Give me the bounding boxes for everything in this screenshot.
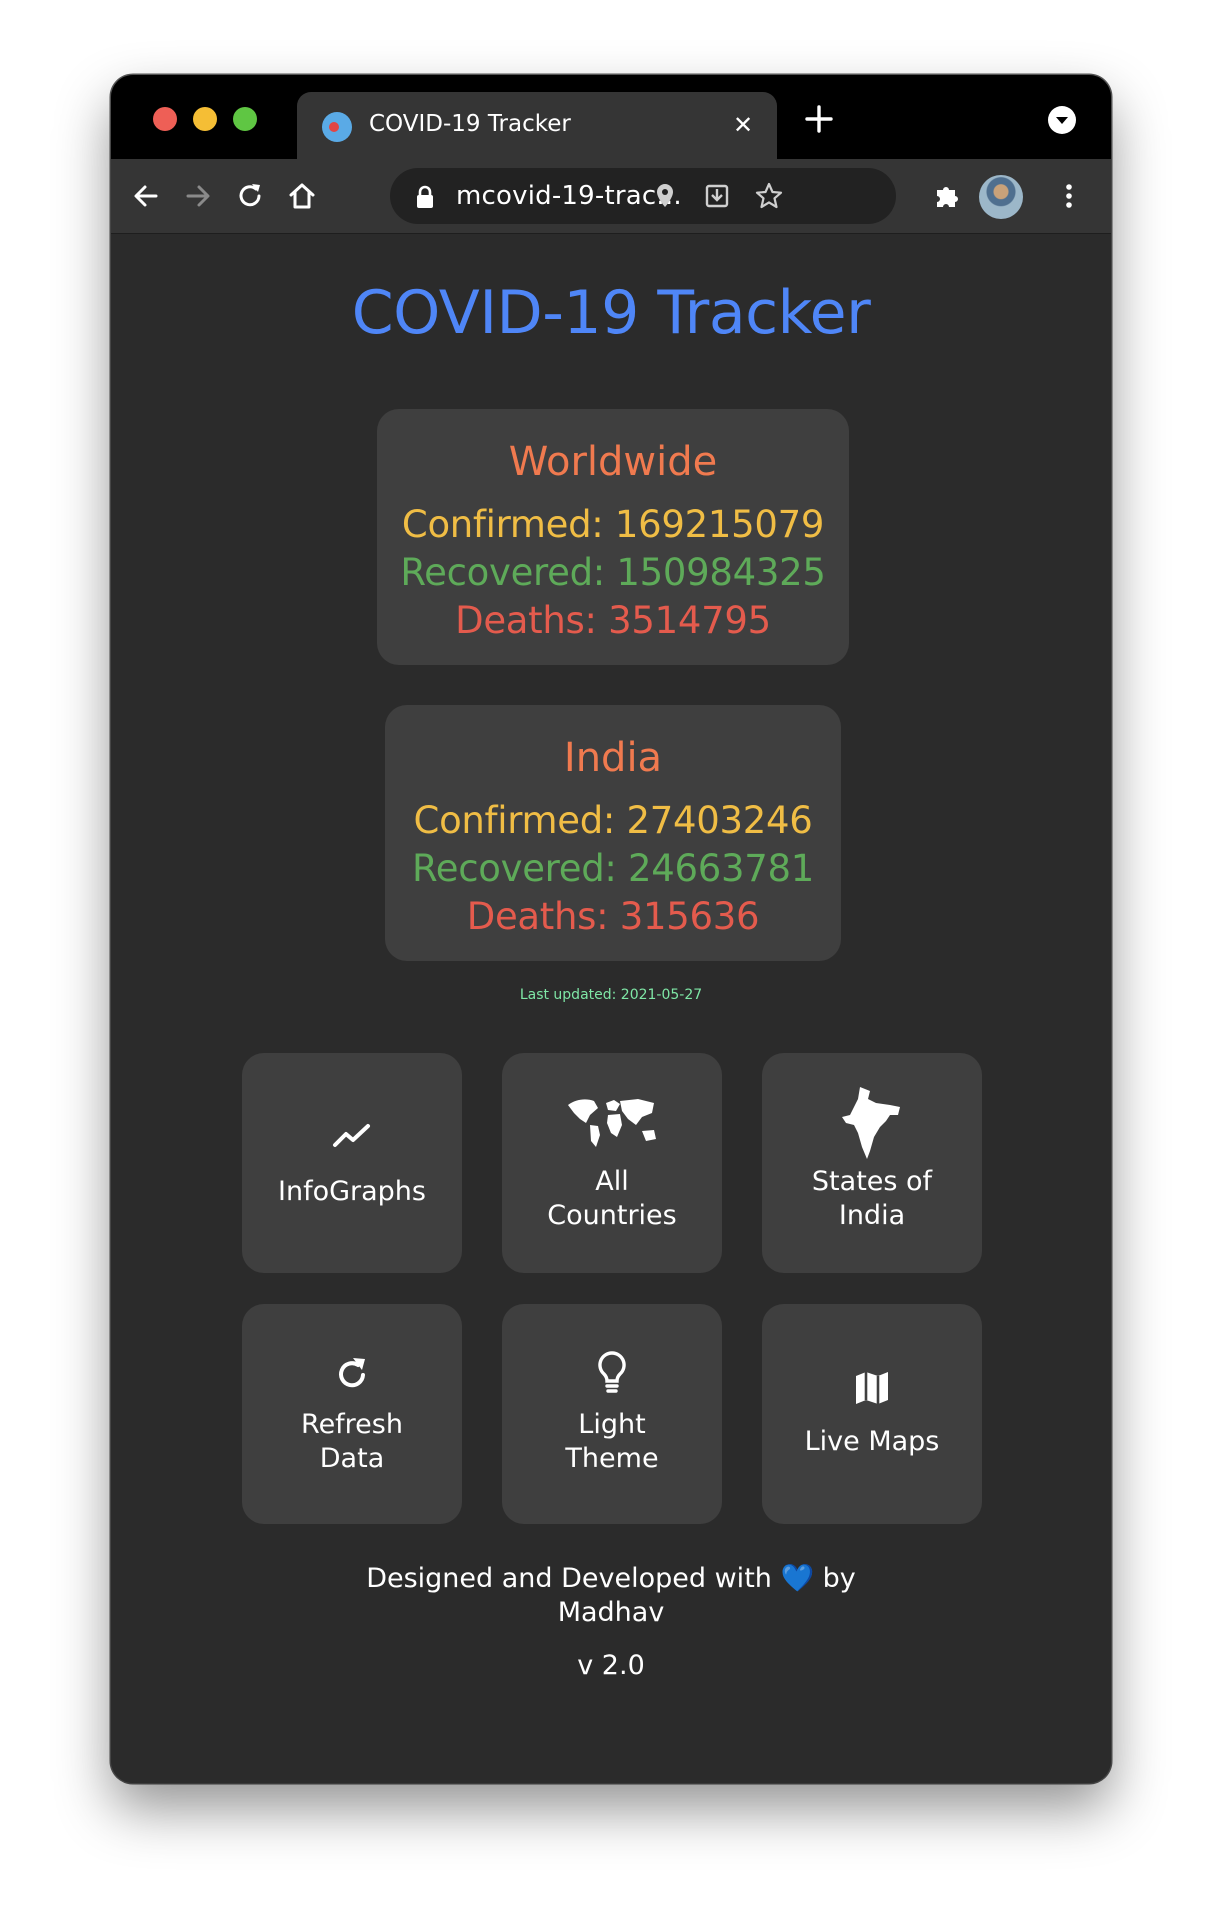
india-heading: India xyxy=(563,735,663,781)
close-window-button[interactable] xyxy=(153,107,177,131)
worldwide-deaths: Deaths: 3514795 xyxy=(455,599,771,642)
tab-title: COVID-19 Tracker xyxy=(369,111,571,137)
forward-arrow-icon[interactable] xyxy=(180,178,216,214)
page-title: COVID-19 Tracker xyxy=(351,278,871,348)
infographs-button[interactable]: InfoGraphs xyxy=(242,1053,462,1273)
india-confirmed: Confirmed: 27403246 xyxy=(413,799,813,842)
tab-search-button[interactable] xyxy=(1048,106,1076,134)
all-countries-button[interactable]: All Countries xyxy=(502,1053,722,1273)
extensions-puzzle-icon[interactable] xyxy=(929,178,965,214)
refresh-data-button[interactable]: Refresh Data xyxy=(242,1304,462,1524)
active-tab[interactable]: COVID-19 Tracker ✕ xyxy=(297,92,777,159)
all-countries-label-line1: All xyxy=(595,1166,629,1197)
live-maps-label: Live Maps xyxy=(804,1426,940,1457)
light-theme-button[interactable]: Light Theme xyxy=(502,1304,722,1524)
address-bar[interactable]: mcovid-19-trac... xyxy=(390,168,896,224)
worldwide-stats-card: Worldwide Confirmed: 169215079 Recovered… xyxy=(377,409,849,665)
refresh-data-label-line1: Refresh xyxy=(301,1409,403,1440)
profile-avatar[interactable] xyxy=(979,175,1023,219)
refresh-data-label-line2: Data xyxy=(319,1443,385,1474)
tab-close-icon[interactable]: ✕ xyxy=(728,110,758,140)
bookmark-star-icon[interactable] xyxy=(753,180,785,212)
light-theme-label-line2: Theme xyxy=(565,1443,659,1474)
all-countries-label-line2: Countries xyxy=(547,1200,677,1231)
favicon-icon xyxy=(322,112,352,142)
new-tab-icon[interactable] xyxy=(801,101,837,137)
back-arrow-icon[interactable] xyxy=(128,178,164,214)
last-updated-text: Last updated: 2021-05-27 xyxy=(519,987,703,1003)
states-of-india-button[interactable]: States of India xyxy=(762,1053,982,1273)
india-deaths: Deaths: 315636 xyxy=(466,895,760,938)
worldwide-confirmed: Confirmed: 169215079 xyxy=(401,503,825,546)
location-pin-icon[interactable] xyxy=(649,180,681,212)
lock-icon xyxy=(417,185,433,208)
refresh-icon xyxy=(339,1358,365,1388)
credit-line: Designed and Developed with 💙 by xyxy=(366,1563,856,1594)
live-maps-button[interactable]: Live Maps xyxy=(762,1304,982,1524)
chart-line-icon xyxy=(333,1124,370,1147)
chevron-down-icon xyxy=(1056,117,1068,124)
states-of-india-label-line1: States of xyxy=(811,1166,933,1197)
lightbulb-icon xyxy=(598,1351,626,1393)
tab-strip: COVID-19 Tracker ✕ xyxy=(111,75,1111,159)
maximize-window-button[interactable] xyxy=(233,107,257,131)
url-text[interactable]: mcovid-19-trac... xyxy=(456,181,682,211)
india-stats-card: India Confirmed: 27403246 Recovered: 246… xyxy=(385,705,841,961)
author-name: Madhav xyxy=(557,1597,665,1628)
browser-toolbar: mcovid-19-trac... xyxy=(111,159,1111,234)
states-of-india-label-line2: India xyxy=(838,1200,906,1231)
home-icon[interactable] xyxy=(284,178,320,214)
map-icon xyxy=(856,1372,888,1404)
page-content: COVID-19 Tracker Worldwide Confirmed: 16… xyxy=(111,235,1111,1783)
india-map-icon xyxy=(842,1087,900,1159)
india-recovered: Recovered: 24663781 xyxy=(412,847,814,890)
version-text: v 2.0 xyxy=(577,1650,645,1681)
minimize-window-button[interactable] xyxy=(193,107,217,131)
reload-icon[interactable] xyxy=(232,178,268,214)
kebab-menu-icon[interactable] xyxy=(1051,178,1087,214)
browser-window: COVID-19 Tracker ✕ mcovid-19-trac... COV… xyxy=(111,75,1111,1783)
worldwide-recovered: Recovered: 150984325 xyxy=(400,551,826,594)
world-map-icon xyxy=(568,1099,656,1147)
worldwide-heading: Worldwide xyxy=(508,439,718,485)
infographs-label: InfoGraphs xyxy=(278,1176,426,1207)
light-theme-label-line1: Light xyxy=(578,1409,646,1440)
install-app-icon[interactable] xyxy=(701,180,733,212)
